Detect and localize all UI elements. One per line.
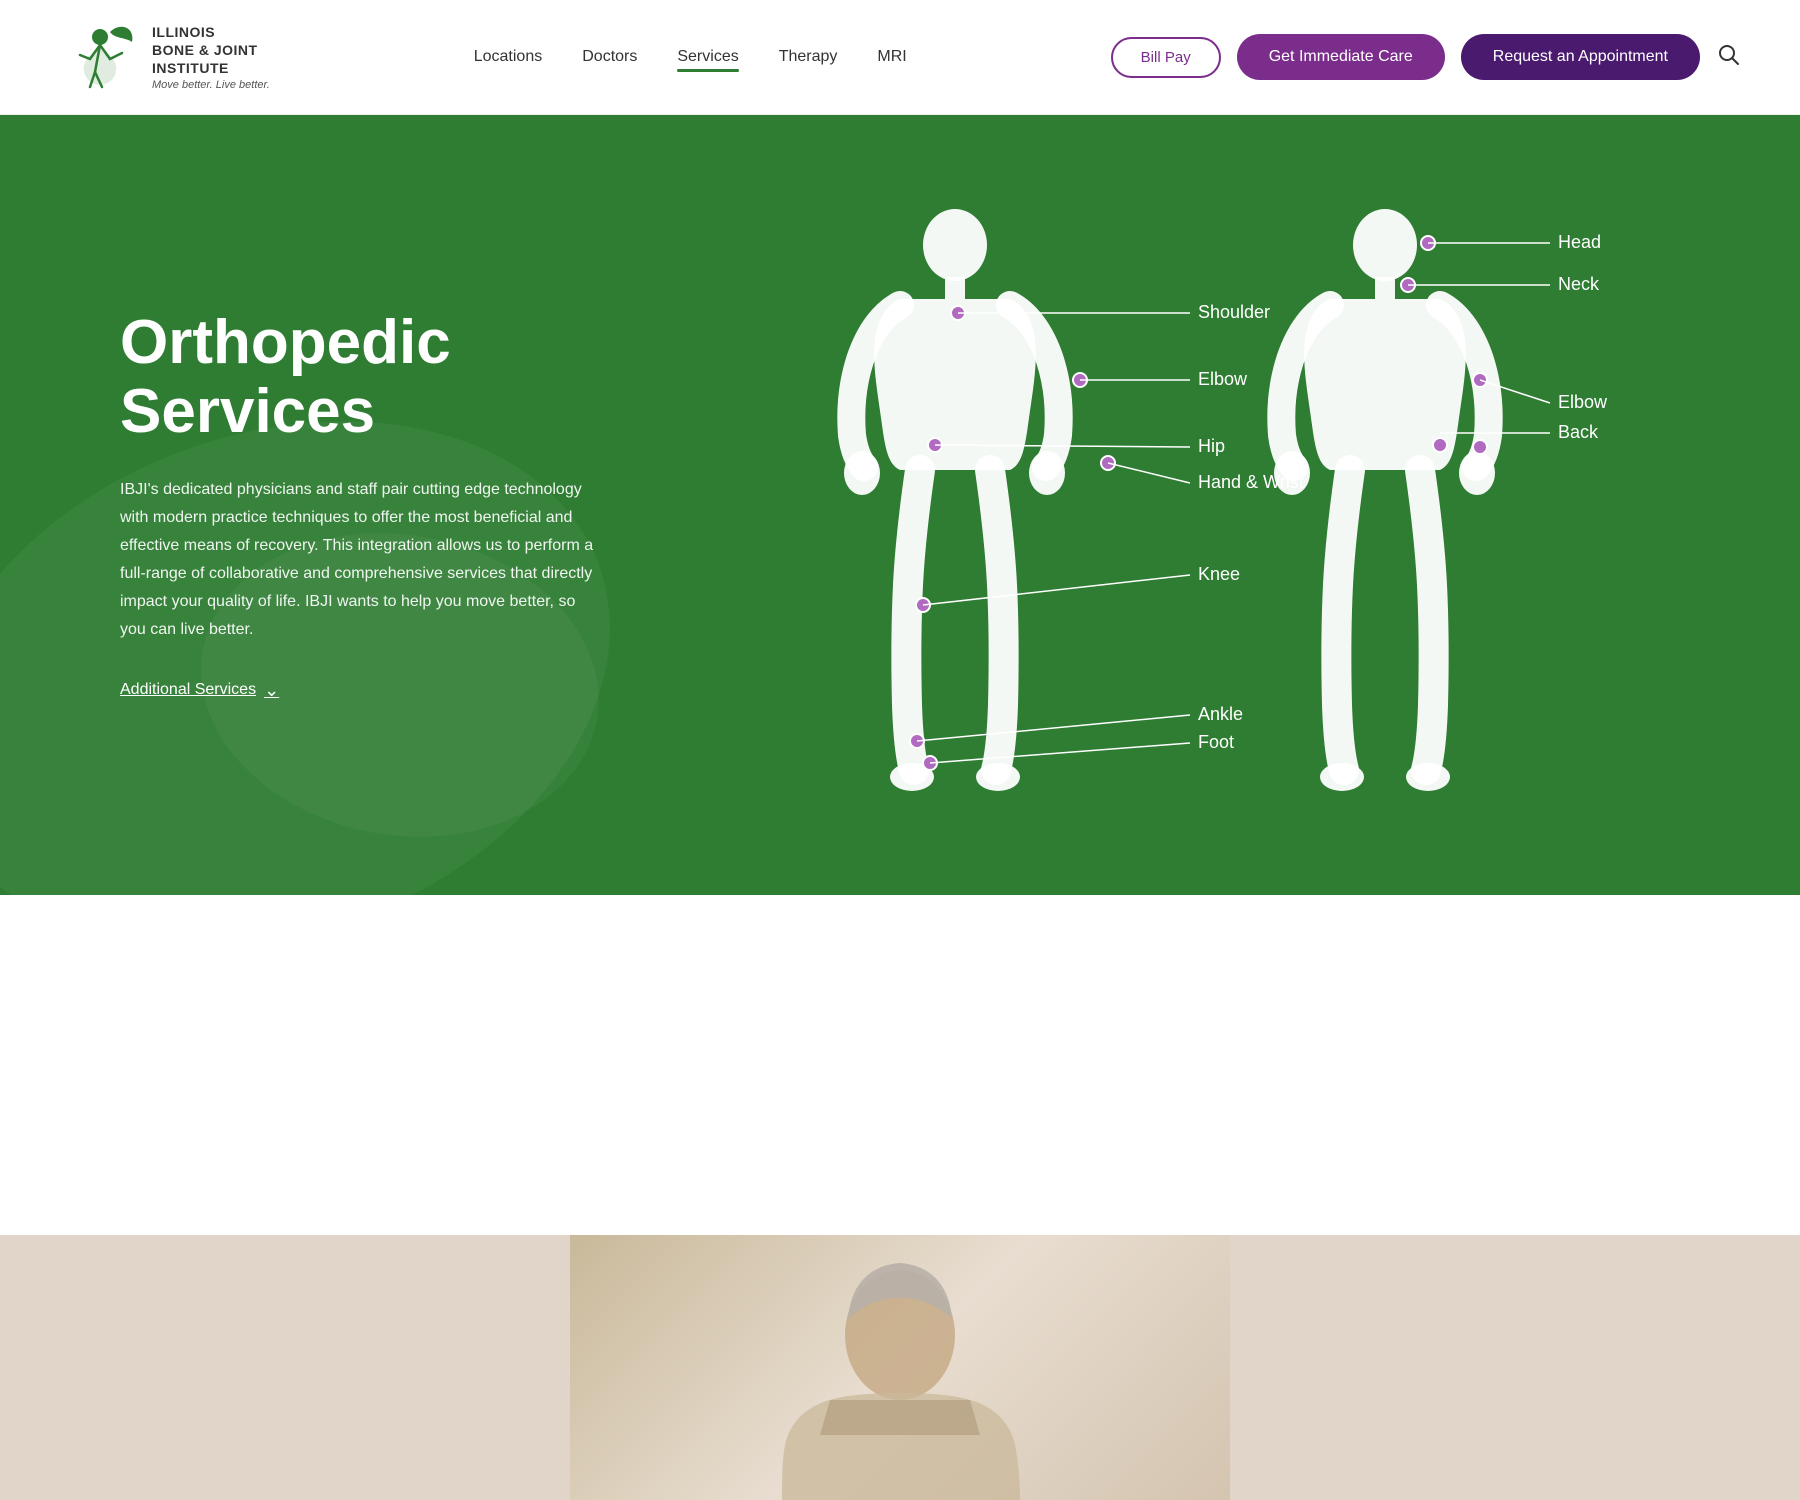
- front-figure: [844, 209, 1065, 791]
- immediate-care-button[interactable]: Get Immediate Care: [1237, 34, 1445, 80]
- logo: ILLINOIS BONE & JOINT INSTITUTE Move bet…: [60, 17, 270, 97]
- nav-services[interactable]: Services: [677, 48, 738, 66]
- hero-description: IBJI's dedicated physicians and staff pa…: [120, 476, 600, 644]
- bottom-image-area: [0, 1235, 1800, 1500]
- person-image: [570, 1235, 1230, 1500]
- nav-mri[interactable]: MRI: [877, 48, 906, 66]
- svg-text:Foot: Foot: [1198, 732, 1234, 752]
- svg-text:Shoulder: Shoulder: [1198, 302, 1270, 322]
- hip-back-dot[interactable]: [1473, 440, 1487, 454]
- logo-title: ILLINOIS BONE & JOINT INSTITUTE: [152, 23, 270, 78]
- logo-text: ILLINOIS BONE & JOINT INSTITUTE Move bet…: [152, 23, 270, 92]
- svg-text:Hand & Wrist: Hand & Wrist: [1198, 472, 1304, 492]
- svg-text:Head: Head: [1558, 232, 1601, 252]
- additional-services-label: Additional Services: [120, 681, 256, 699]
- person-silhouette: [700, 1235, 1100, 1500]
- body-figures-svg: Head Neck Shoulder Elbow Back Hip: [710, 185, 1610, 825]
- main-nav: Locations Doctors Services Therapy MRI: [474, 48, 907, 66]
- chevron-down-icon: ⌄: [264, 680, 279, 701]
- svg-text:Back: Back: [1558, 422, 1599, 442]
- header-actions: Bill Pay Get Immediate Care Request an A…: [1111, 34, 1740, 80]
- nav-therapy[interactable]: Therapy: [779, 48, 838, 66]
- logo-subtitle: Move better. Live better.: [152, 79, 270, 91]
- search-button[interactable]: [1716, 42, 1740, 72]
- hero-section: Orthopedic Services IBJI's dedicated phy…: [0, 115, 1800, 895]
- logo-icon: [60, 17, 140, 97]
- nav-locations[interactable]: Locations: [474, 48, 543, 66]
- back-figure: [1274, 209, 1495, 791]
- appointment-button[interactable]: Request an Appointment: [1461, 34, 1700, 80]
- svg-text:Knee: Knee: [1198, 564, 1240, 584]
- body-diagram-area: Head Neck Shoulder Elbow Back Hip: [640, 175, 1680, 835]
- svg-text:Ankle: Ankle: [1198, 704, 1243, 724]
- nav-doctors[interactable]: Doctors: [582, 48, 637, 66]
- svg-text:Hip: Hip: [1198, 436, 1225, 456]
- below-hero-section: [0, 895, 1800, 1235]
- hero-content: Orthopedic Services IBJI's dedicated phy…: [120, 309, 640, 700]
- hero-title: Orthopedic Services: [120, 309, 640, 445]
- header: ILLINOIS BONE & JOINT INSTITUTE Move bet…: [0, 0, 1800, 115]
- svg-text:Neck: Neck: [1558, 274, 1600, 294]
- hip-dot-back[interactable]: [1433, 438, 1447, 452]
- additional-services-link[interactable]: Additional Services ⌄: [120, 680, 279, 701]
- svg-text:Elbow: Elbow: [1558, 392, 1608, 412]
- bill-pay-button[interactable]: Bill Pay: [1111, 37, 1221, 78]
- svg-text:Elbow: Elbow: [1198, 369, 1248, 389]
- body-diagram: Head Neck Shoulder Elbow Back Hip: [710, 185, 1610, 825]
